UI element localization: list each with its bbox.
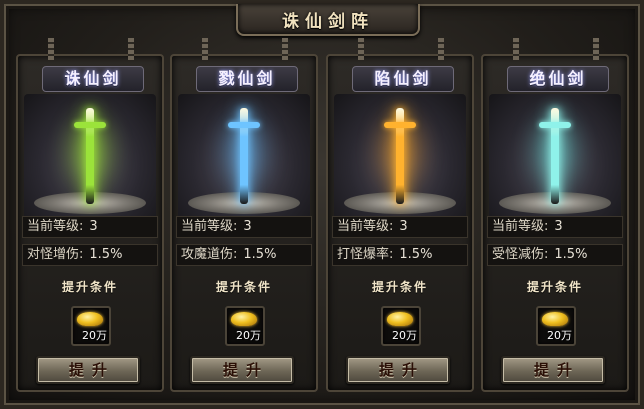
gold-ingot-icon [542, 312, 568, 326]
gold-cost-qty: 20万 [236, 329, 261, 342]
sword-artwork [24, 94, 156, 222]
sword-artwork [489, 94, 621, 222]
gold-cost-slot[interactable]: 20万 [225, 306, 265, 346]
gold-cost-slot[interactable]: 20万 [71, 306, 111, 346]
upgrade-condition-label: 提升条件 [371, 280, 428, 294]
upgrade-button[interactable]: 提升 [346, 356, 450, 384]
sword-panel-juexian: 绝仙剑 当前等级: 3 受怪减伤: 1.5% 提升条件 20万 提升 [481, 38, 629, 392]
bonus-row: 对怪增伤: 1.5% [22, 244, 158, 266]
level-value: 3 [243, 219, 252, 234]
sword-name: 诛仙剑 [42, 66, 144, 92]
level-value: 3 [554, 219, 563, 234]
chain-decoration [593, 38, 599, 60]
window-title: 诛仙剑阵 [282, 11, 374, 32]
chain-decoration [358, 38, 364, 60]
upgrade-button[interactable]: 提升 [190, 356, 294, 384]
level-value: 3 [89, 219, 98, 234]
sword-panel-zhuxian: 诛仙剑 当前等级: 3 对怪增伤: 1.5% 提升条件 20万 提升 [16, 38, 164, 392]
level-row: 当前等级: 3 [487, 216, 623, 238]
bonus-label: 攻魔道伤: [181, 247, 238, 262]
chain-decoration [128, 38, 134, 60]
bonus-value: 1.5% [399, 247, 433, 262]
upgrade-condition-label: 提升条件 [215, 280, 272, 294]
gold-cost-slot[interactable]: 20万 [381, 306, 421, 346]
chain-decoration [513, 38, 519, 60]
gold-ingot-icon [387, 312, 413, 326]
upgrade-button[interactable]: 提升 [501, 356, 605, 384]
sword-artwork [334, 94, 466, 222]
sword-name: 戮仙剑 [196, 66, 298, 92]
level-label: 当前等级: [337, 219, 394, 234]
bonus-value: 1.5% [243, 247, 277, 262]
sword-formation-window: 诛仙剑阵 诛仙剑 当前等级: 3 对怪增伤: 1.5% 提升条件 20万 提升 戮仙… [0, 0, 644, 409]
sword-hilt-icon [74, 122, 106, 128]
upgrade-button[interactable]: 提升 [36, 356, 140, 384]
sword-hilt-icon [228, 122, 260, 128]
level-row: 当前等级: 3 [176, 216, 312, 238]
level-row: 当前等级: 3 [22, 216, 158, 238]
gold-cost-qty: 20万 [547, 329, 572, 342]
upgrade-condition-label: 提升条件 [61, 280, 118, 294]
sword-name: 绝仙剑 [507, 66, 609, 92]
level-label: 当前等级: [181, 219, 238, 234]
gold-cost-qty: 20万 [82, 329, 107, 342]
chain-decoration [202, 38, 208, 60]
bonus-row: 受怪减伤: 1.5% [487, 244, 623, 266]
gold-ingot-icon [231, 312, 257, 326]
sword-name: 陷仙剑 [352, 66, 454, 92]
level-row: 当前等级: 3 [332, 216, 468, 238]
level-label: 当前等级: [27, 219, 84, 234]
bonus-label: 打怪爆率: [337, 247, 394, 262]
bonus-row: 打怪爆率: 1.5% [332, 244, 468, 266]
title-plate: 诛仙剑阵 [236, 4, 420, 36]
chain-decoration [282, 38, 288, 60]
upgrade-condition-label: 提升条件 [526, 280, 583, 294]
sword-panel-luxian: 戮仙剑 当前等级: 3 攻魔道伤: 1.5% 提升条件 20万 提升 [170, 38, 318, 392]
chain-decoration [48, 38, 54, 60]
gold-cost-slot[interactable]: 20万 [536, 306, 576, 346]
level-value: 3 [399, 219, 408, 234]
bonus-row: 攻魔道伤: 1.5% [176, 244, 312, 266]
chain-decoration [438, 38, 444, 60]
sword-hilt-icon [539, 122, 571, 128]
sword-panel-xianxian: 陷仙剑 当前等级: 3 打怪爆率: 1.5% 提升条件 20万 提升 [326, 38, 474, 392]
bonus-label: 受怪减伤: [492, 247, 549, 262]
sword-artwork [178, 94, 310, 222]
level-label: 当前等级: [492, 219, 549, 234]
sword-hilt-icon [384, 122, 416, 128]
bonus-value: 1.5% [554, 247, 588, 262]
bonus-value: 1.5% [89, 247, 123, 262]
bonus-label: 对怪增伤: [27, 247, 84, 262]
gold-ingot-icon [77, 312, 103, 326]
gold-cost-qty: 20万 [392, 329, 417, 342]
